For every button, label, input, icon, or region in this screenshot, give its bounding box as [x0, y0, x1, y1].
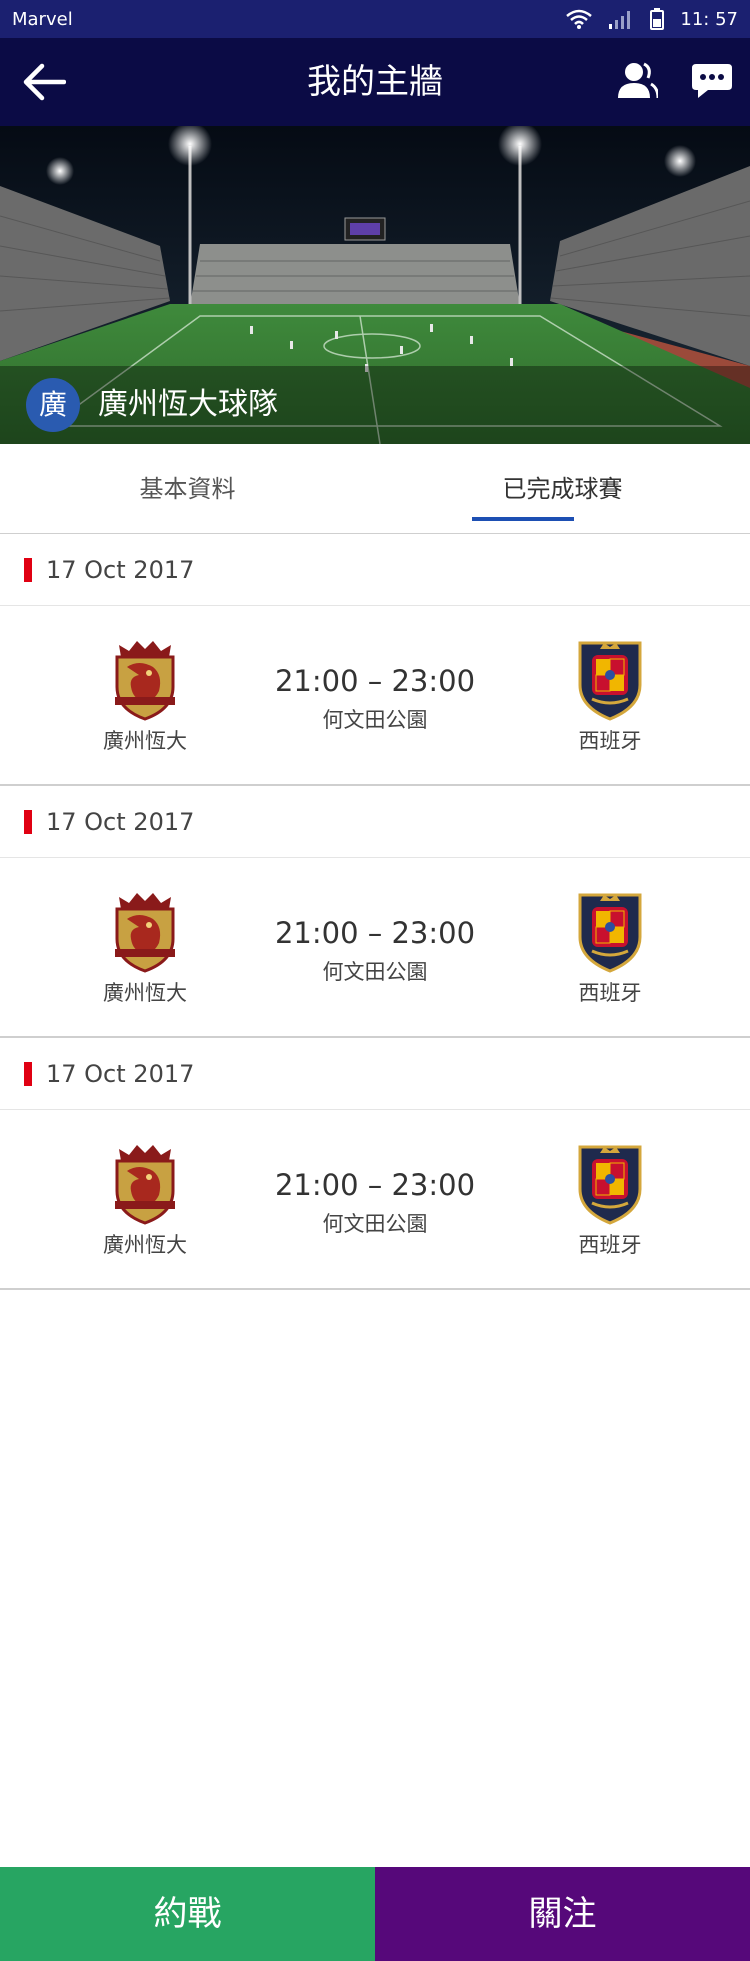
team-banner: 廣 廣州恆大球隊 [0, 126, 750, 444]
challenge-button[interactable]: 約戰 [0, 1867, 375, 1961]
home-team-name: 廣州恆大 [103, 1233, 187, 1257]
team-avatar: 廣 [26, 378, 80, 432]
match-date: 17 Oct 2017 [46, 1060, 195, 1088]
signal-icon [609, 11, 631, 29]
match-date-row: 17 Oct 2017 [0, 786, 750, 858]
user-profile-icon[interactable] [618, 60, 658, 100]
match-venue: 何文田公園 [322, 960, 428, 984]
match-venue: 何文田公園 [322, 1212, 428, 1236]
spain-crest-icon [578, 1145, 642, 1225]
away-team-name: 西班牙 [578, 729, 642, 753]
team-name-bar: 廣 廣州恆大球隊 [0, 366, 750, 444]
match-card[interactable]: 17 Oct 2017 廣州恆大 21:00 – 23:00 何文田公園 西班牙 [0, 1038, 750, 1290]
match-card[interactable]: 17 Oct 2017 廣州恆大 21:00 – 23:00 何文田公園 西班牙 [0, 786, 750, 1038]
wifi-icon [566, 9, 593, 29]
date-marker [24, 810, 32, 834]
guangzhou-evergrande-crest-icon [115, 641, 175, 721]
carrier-label: Marvel [12, 8, 73, 30]
date-marker [24, 558, 32, 582]
match-date: 17 Oct 2017 [46, 808, 195, 836]
away-team-name: 西班牙 [578, 1233, 642, 1257]
team-name: 廣州恆大球隊 [98, 387, 278, 422]
away-team-name: 西班牙 [578, 981, 642, 1005]
date-marker [24, 1062, 32, 1086]
match-card[interactable]: 17 Oct 2017 廣州恆大 21:00 – 23:00 何文田公園 西班牙 [0, 534, 750, 786]
status-icons: 11: 57 [566, 8, 738, 30]
tab-bar: 基本資料 已完成球賽 [0, 444, 750, 534]
match-date: 17 Oct 2017 [46, 556, 195, 584]
guangzhou-evergrande-crest-icon [115, 1145, 175, 1225]
match-time: 21:00 – 23:00 [274, 916, 476, 950]
chat-icon[interactable] [692, 62, 732, 98]
clock-label: 11: 57 [680, 8, 738, 30]
match-date-row: 17 Oct 2017 [0, 534, 750, 606]
match-time: 21:00 – 23:00 [274, 1168, 476, 1202]
guangzhou-evergrande-crest-icon [115, 893, 175, 973]
follow-button[interactable]: 關注 [375, 1867, 750, 1961]
spain-crest-icon [578, 641, 642, 721]
match-date-row: 17 Oct 2017 [0, 1038, 750, 1110]
active-tab-indicator [472, 517, 574, 521]
spain-crest-icon [578, 893, 642, 973]
battery-icon [650, 8, 665, 30]
nav-bar: 我的主牆 [0, 38, 750, 126]
home-team-name: 廣州恆大 [103, 981, 187, 1005]
tab-basic-info[interactable]: 基本資料 [0, 444, 375, 534]
match-time: 21:00 – 23:00 [274, 664, 476, 698]
bottom-action-bar: 約戰 關注 [0, 1867, 750, 1961]
match-venue: 何文田公園 [322, 708, 428, 732]
status-bar: Marvel 11: 57 [0, 0, 750, 38]
home-team-name: 廣州恆大 [103, 729, 187, 753]
